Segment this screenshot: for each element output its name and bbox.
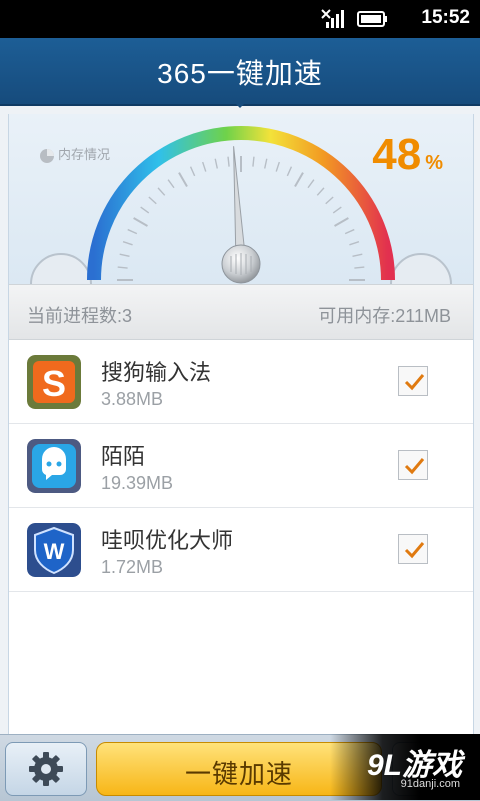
gauge-tick (264, 158, 268, 169)
gauge-tick (189, 166, 196, 177)
gauge-tick (349, 241, 360, 246)
gauge-tick (214, 158, 218, 169)
status-time: 15:52 (421, 7, 470, 28)
memory-label-text: 内存情况 (58, 147, 111, 162)
list-item[interactable]: W 哇呗优化大师 1.72MB (9, 508, 473, 592)
gauge-tick (157, 187, 166, 196)
gauge-tick (127, 228, 138, 235)
right-mini-dial (390, 253, 452, 284)
app-list: S 搜狗输入法 3.88MB 陌陌 19.39MB W 哇呗优化大师 1.72M… (9, 340, 473, 592)
app-size: 19.39MB (101, 473, 174, 493)
svg-text:S: S (42, 363, 66, 404)
checkmark-icon (404, 458, 425, 475)
gauge-tick (122, 241, 133, 246)
gauge-tick (148, 196, 157, 205)
process-info-bar: 当前进程数:3 可用内存:211MB (9, 284, 473, 340)
app-size: 1.72MB (101, 557, 164, 577)
gauge-tick (325, 196, 334, 205)
gauge-tick (307, 179, 315, 189)
header-notch (232, 100, 248, 108)
gauge-tick (344, 228, 355, 235)
app-checkbox[interactable] (398, 450, 428, 480)
left-mini-dial (30, 253, 92, 284)
checkmark-icon (404, 374, 425, 391)
status-bar: 15:52 (0, 0, 480, 38)
memory-percent-value: 48 (372, 130, 422, 179)
gauge-tick (119, 253, 130, 257)
list-item[interactable]: S 搜狗输入法 3.88MB (9, 340, 473, 424)
gauge-tick (133, 217, 148, 227)
memory-percent: 48% (372, 130, 443, 180)
battery-icon (357, 11, 387, 27)
main-content: 内存情况 48% 当前进程数:3 可用内存:211MB S 搜狗输入法 3.88… (8, 114, 474, 735)
memory-gauge-panel: 内存情况 48% (9, 114, 473, 284)
gauge-tick (117, 266, 128, 269)
app-name: 哇呗优化大师 (101, 528, 234, 553)
gauge-tick (167, 179, 175, 189)
svg-text:W: W (44, 539, 65, 564)
sogou-icon: S (27, 355, 81, 409)
gauge-tick (140, 206, 150, 214)
memory-label: 内存情况 (39, 144, 110, 164)
momo-icon (27, 439, 81, 493)
list-item[interactable]: 陌陌 19.39MB (9, 424, 473, 508)
app-checkbox[interactable] (398, 534, 428, 564)
app-name: 陌陌 (101, 444, 146, 469)
gauge-tick (316, 187, 325, 196)
watermark: 9L游戏 91danji.com (330, 734, 480, 800)
gauge-tick (252, 156, 255, 167)
memory-percent-unit: % (425, 152, 443, 174)
app-size: 3.88MB (101, 389, 164, 409)
checkmark-icon (404, 542, 425, 559)
status-icons (321, 9, 387, 28)
gauge-tick (275, 161, 280, 172)
gauge-tick (334, 217, 349, 227)
app-header: 365一键加速 (0, 38, 480, 106)
available-memory: 可用内存:211MB (318, 306, 451, 326)
page-title: 365一键加速 (157, 58, 323, 89)
gauge-tick (352, 253, 363, 257)
app-name: 搜狗输入法 (101, 360, 212, 385)
watermark-url: 91danji.com (400, 778, 460, 790)
signal-off-icon (321, 9, 344, 28)
pie-chart-icon (40, 148, 54, 163)
settings-button[interactable] (5, 742, 87, 796)
gauge-tick (202, 161, 207, 172)
gauge-tick (332, 206, 342, 214)
app-checkbox[interactable] (398, 366, 428, 396)
gauge-tick (354, 266, 365, 269)
gauge-tick (294, 172, 304, 187)
gauge-tick (227, 156, 230, 167)
process-count: 当前进程数:3 (27, 306, 133, 326)
gauge-tick (178, 172, 188, 187)
wabei-shield-icon: W (27, 523, 81, 577)
gauge-tick (286, 166, 293, 177)
gear-icon (29, 752, 63, 786)
